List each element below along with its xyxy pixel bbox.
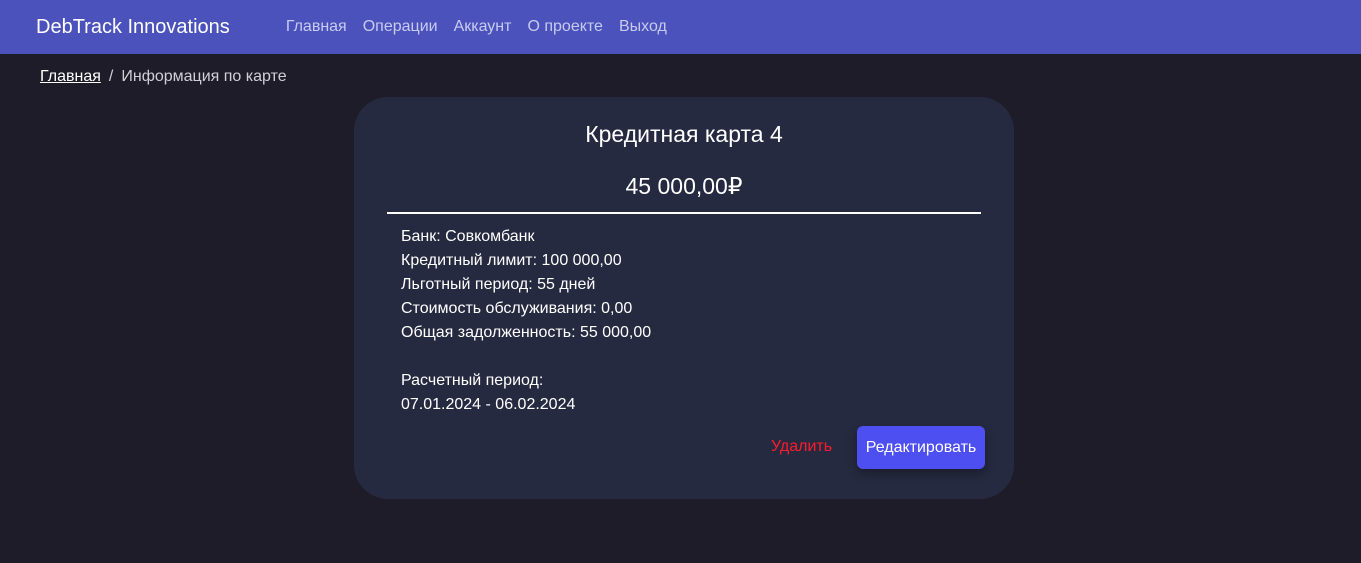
breadcrumb-separator: /: [108, 68, 114, 85]
billing-period-label: Расчетный период:: [401, 372, 544, 389]
nav-links: Главная Операции Аккаунт О проекте Выход: [286, 18, 667, 36]
nav-link-home[interactable]: Главная: [286, 18, 347, 36]
detail-grace-period: Льготный период: 55 дней: [401, 276, 596, 293]
breadcrumb-current: Информация по карте: [121, 68, 287, 85]
nav-link-logout[interactable]: Выход: [619, 18, 667, 36]
card-amount: 45 000,00₽: [625, 173, 743, 199]
brand-logo-text[interactable]: DebTrack Innovations: [36, 16, 230, 39]
details-spacer: [401, 345, 651, 369]
divider: [387, 212, 981, 214]
card-details: Банк: Совкомбанк Кредитный лимит: 100 00…: [401, 225, 651, 417]
breadcrumb-home-link[interactable]: Главная: [40, 68, 101, 86]
top-navbar: DebTrack Innovations Главная Операции Ак…: [0, 0, 1361, 54]
breadcrumb: Главная / Информация по карте: [40, 68, 287, 86]
card-info-panel: Кредитная карта 4 45 000,00₽ Банк: Совко…: [354, 97, 1014, 499]
detail-bank: Банк: Совкомбанк: [401, 228, 535, 245]
detail-service-cost: Стоимость обслуживания: 0,00: [401, 300, 633, 317]
nav-link-operations[interactable]: Операции: [363, 18, 438, 36]
billing-period-value: 07.01.2024 - 06.02.2024: [401, 396, 576, 413]
nav-link-about[interactable]: О проекте: [527, 18, 602, 36]
card-title: Кредитная карта 4: [585, 121, 783, 147]
delete-button[interactable]: Удалить: [771, 438, 832, 456]
edit-button[interactable]: Редактировать: [857, 426, 985, 469]
nav-link-account[interactable]: Аккаунт: [454, 18, 512, 36]
detail-credit-limit: Кредитный лимит: 100 000,00: [401, 252, 622, 269]
detail-total-debt: Общая задолженность: 55 000,00: [401, 324, 652, 341]
